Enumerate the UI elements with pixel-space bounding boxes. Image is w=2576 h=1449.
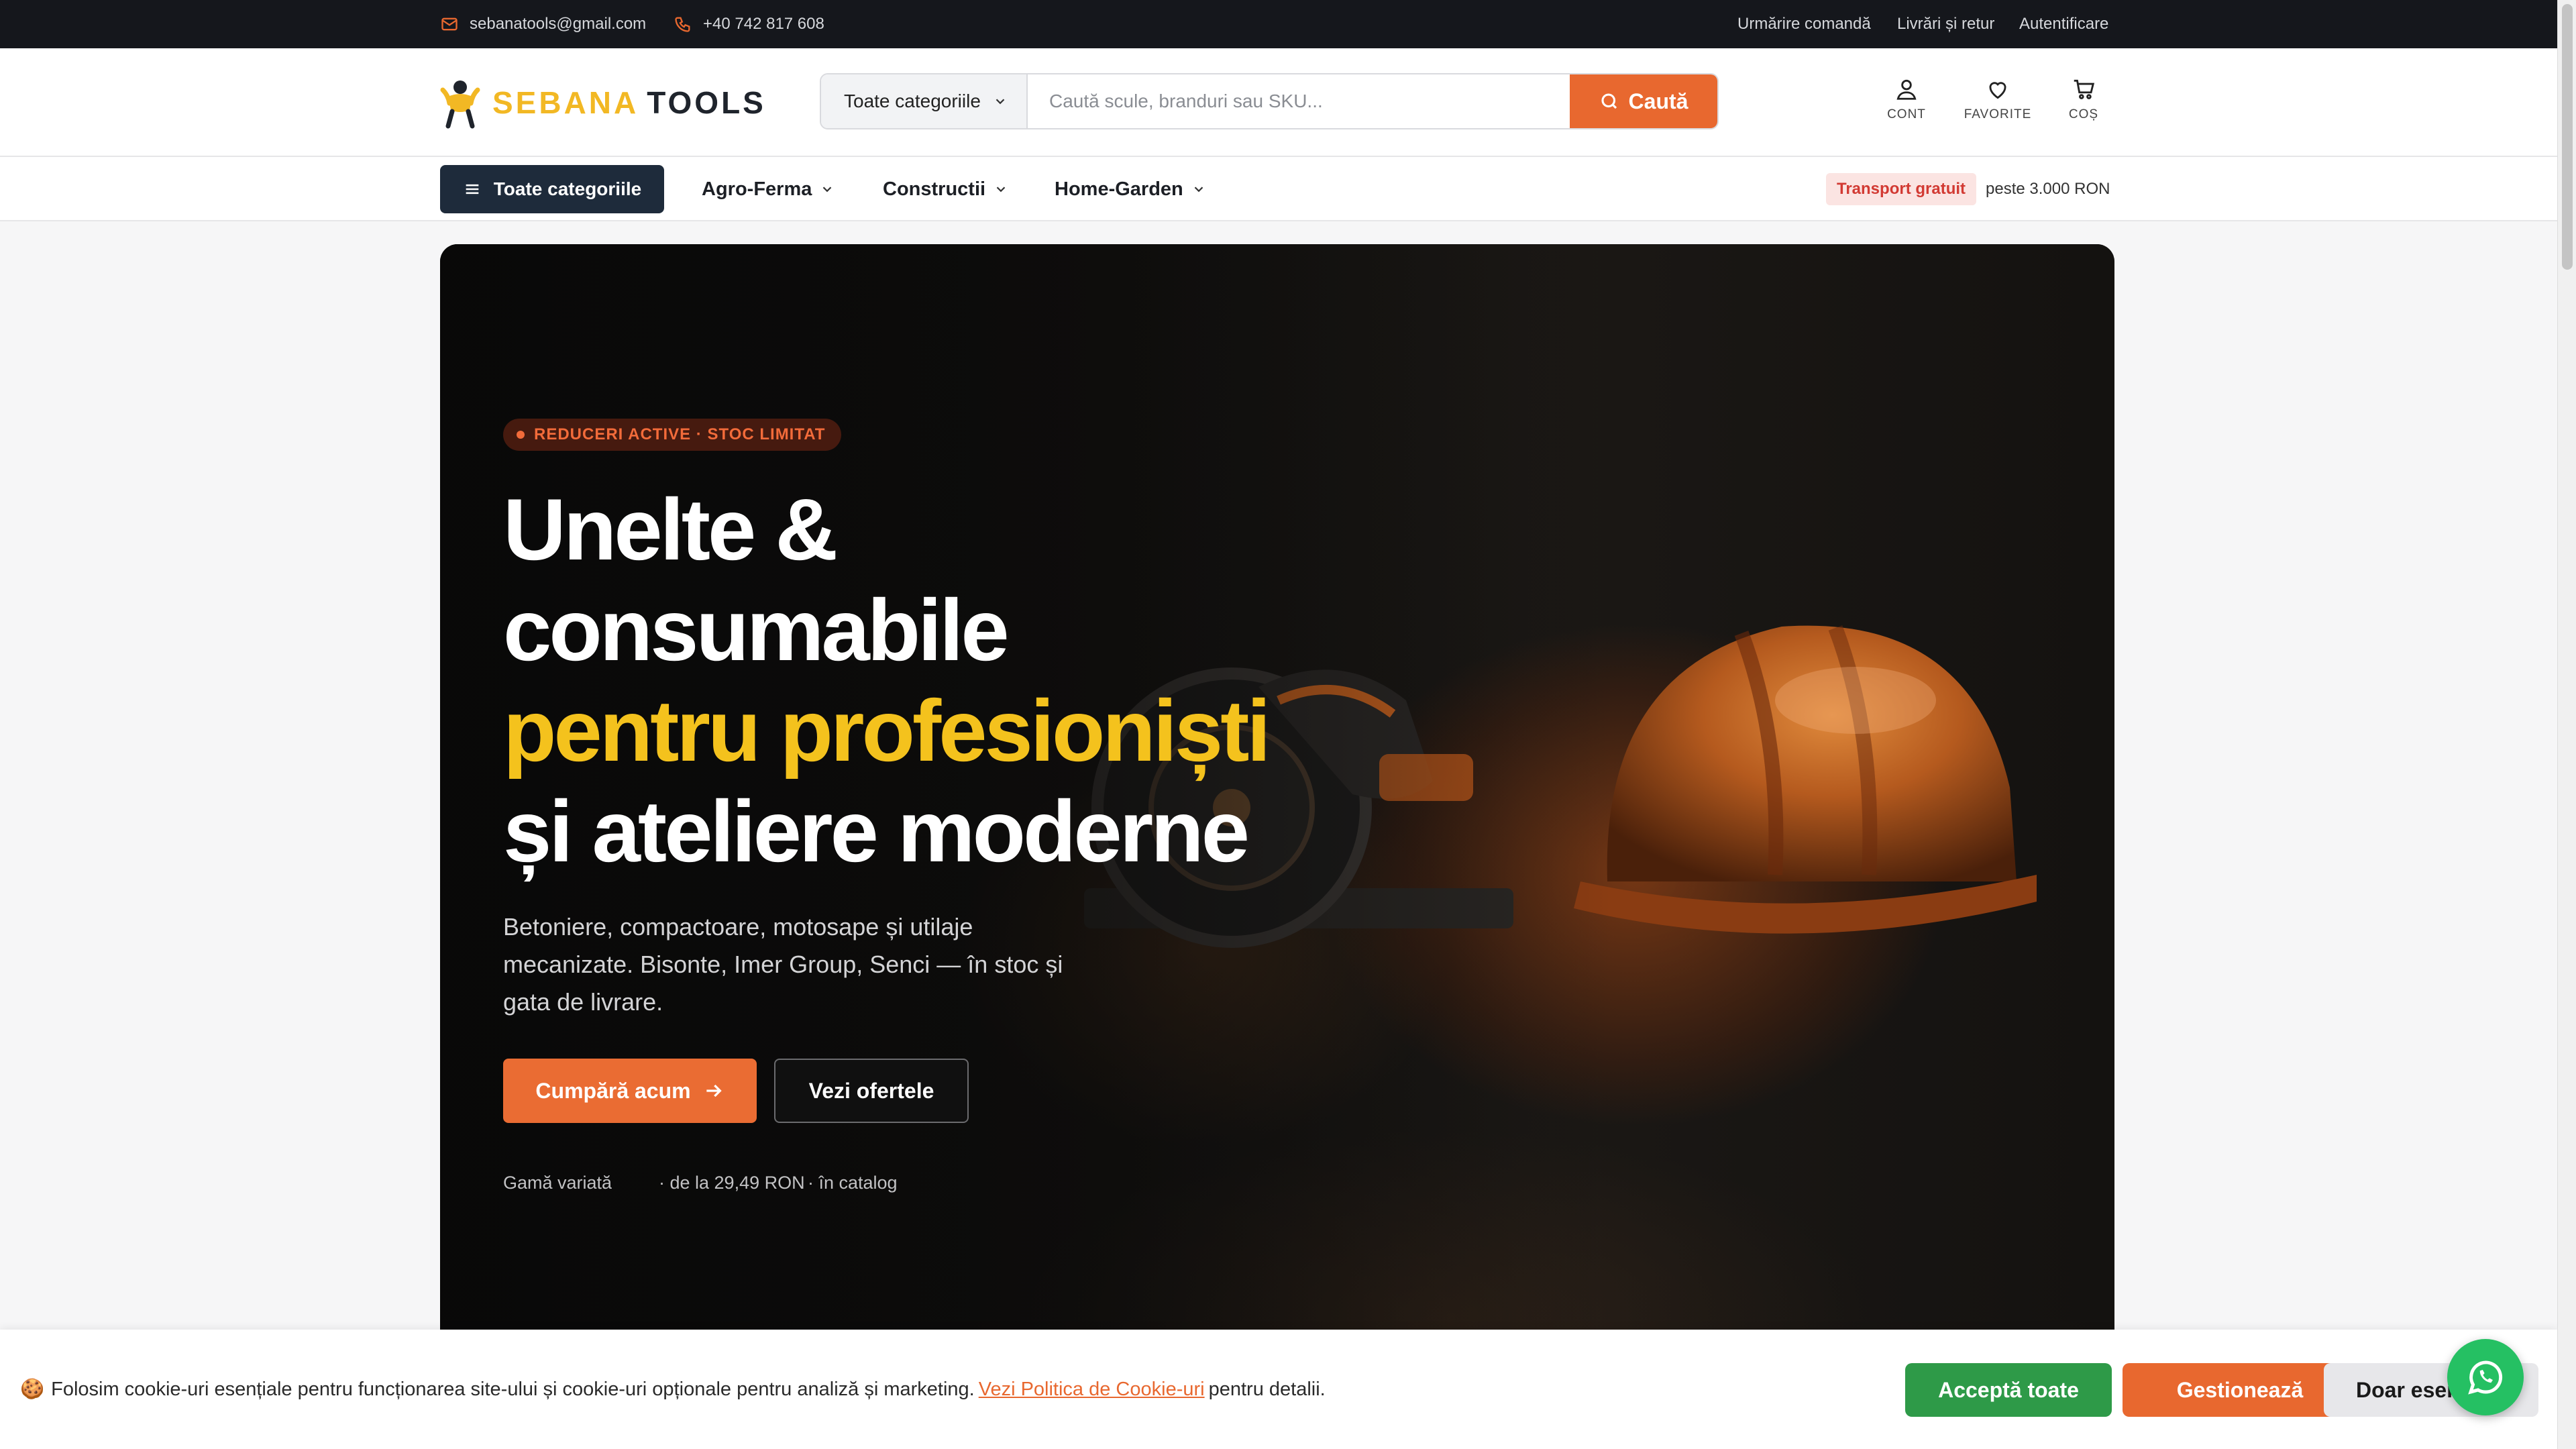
arrow-right-icon [706, 1084, 722, 1097]
topbar-phone-text: +40 742 817 608 [703, 15, 824, 33]
topbar-phone[interactable]: +40 742 817 608 [674, 0, 824, 48]
manage-cookies-button[interactable]: Gestionează [2123, 1363, 2357, 1417]
search-category-select[interactable]: Toate categoriile [821, 74, 1028, 128]
topbar-link-login[interactable]: Autentificare [2019, 0, 2108, 48]
search-category-label: Toate categoriile [844, 91, 981, 111]
cart-icon [2074, 79, 2095, 99]
promo-badge-text: REDUCERI ACTIVE · STOC LIMITAT [534, 425, 826, 443]
hero-meta-range: Gamă variată [503, 1173, 612, 1193]
shop-now-label: Cumpără acum [535, 1078, 691, 1103]
all-categories-button[interactable]: Toate categoriile [440, 165, 664, 213]
cookie-policy-link[interactable]: Vezi Politica de Cookie-uri [979, 1379, 1205, 1401]
chevron-down-icon [996, 99, 1005, 105]
cart-label: COȘ [2068, 107, 2099, 121]
topbar-link-tracking[interactable]: Urmărire comandă [1737, 0, 1871, 48]
badge-dot [517, 431, 525, 439]
menu-icon [466, 184, 479, 195]
site-header: SEBANATOOLS Toate categoriile Caută CONT… [0, 48, 2557, 157]
hero-title-line-4: și ateliere moderne [503, 782, 1250, 880]
chevron-down-icon [1194, 186, 1203, 193]
logo-wordmark: SEBANA TOOLS [492, 85, 766, 121]
hero-title-line-3: pentru profesioniști [503, 682, 1271, 780]
logo-mark-icon [440, 80, 480, 129]
nav-item-label: Agro-Ferma [702, 178, 812, 200]
account-link[interactable]: CONT [1860, 76, 1953, 122]
search-bar: Toate categoriile Caută [820, 73, 1719, 129]
nav-item-constructii[interactable]: Constructii [883, 157, 1008, 221]
user-icon [1896, 79, 1917, 100]
shop-now-button[interactable]: Cumpără acum [503, 1059, 757, 1123]
hero-meta-catalog: · în catalog [808, 1173, 898, 1193]
nav-item-label: Home-Garden [1055, 178, 1183, 200]
promo-badge: REDUCERI ACTIVE · STOC LIMITAT [503, 419, 842, 451]
nav-item-agro-ferma[interactable]: Agro-Ferma [702, 157, 835, 221]
whatsapp-chat-button[interactable] [2447, 1339, 2524, 1415]
page-scrollbar[interactable] [2557, 0, 2576, 1449]
cookie-banner: 🍪 Folosim cookie-uri esențiale pentru fu… [0, 1330, 2557, 1449]
nav-item-home-garden[interactable]: Home-Garden [1055, 157, 1206, 221]
phone-icon [675, 17, 690, 32]
cart-link[interactable]: COȘ [2037, 76, 2131, 122]
hero-title-line-2: consumabile [503, 581, 1010, 679]
free-shipping-badge: Transport gratuit [1826, 173, 1977, 205]
hero-title-line-1: Unelte & [503, 480, 838, 578]
hero-banner: REDUCERI ACTIVE · STOC LIMITAT Unelte & … [440, 244, 2114, 1371]
logo-text-tools: TOOLS [647, 85, 766, 120]
topbar-link-delivery[interactable]: Livrări și retur [1897, 0, 1994, 48]
scrollbar-thumb[interactable] [2562, 4, 2573, 270]
whatsapp-icon [2468, 1360, 2503, 1395]
free-shipping-threshold: peste 3.000 RON [1986, 180, 2110, 198]
topbar-email-text: sebanatools@gmail.com [470, 15, 647, 33]
all-categories-label: Toate categoriile [493, 178, 642, 199]
hero-meta-price: · de la 29,49 RON [659, 1173, 805, 1193]
heart-icon [1989, 82, 2006, 99]
hero-subtitle: Betoniere, compactoare, motosape și util… [503, 913, 1063, 1016]
search-button[interactable]: Caută [1570, 74, 1717, 128]
topbar-email[interactable]: sebanatools@gmail.com [440, 0, 646, 48]
top-bar: sebanatools@gmail.com +40 742 817 608 Ur… [0, 0, 2557, 48]
search-icon [1601, 93, 1617, 109]
favorites-link[interactable]: FAVORITE [1951, 76, 2045, 122]
chevron-down-icon [823, 186, 832, 193]
cookie-message: 🍪 Folosim cookie-uri esențiale pentru fu… [20, 1330, 1326, 1449]
nav-item-label: Constructii [883, 178, 986, 200]
cookie-text-main: Folosim cookie-uri esențiale pentru func… [51, 1378, 975, 1400]
accept-all-cookies-button[interactable]: Acceptă toate [1905, 1363, 2112, 1417]
main-nav: Toate categoriile Agro-Ferma Constructii… [0, 157, 2557, 221]
cookie-icon: 🍪 [20, 1379, 45, 1400]
search-input[interactable] [1028, 74, 1570, 128]
search-button-label: Caută [1628, 89, 1688, 113]
mail-icon [441, 17, 458, 31]
logo-text-sebana: SEBANA [492, 85, 639, 120]
logo[interactable]: SEBANA TOOLS [440, 75, 766, 130]
chevron-down-icon [996, 186, 1006, 193]
view-offers-button[interactable]: Vezi ofertele [774, 1059, 969, 1123]
account-label: CONT [1887, 107, 1926, 121]
cookie-text-end: pentru detalii. [1208, 1378, 1326, 1400]
favorites-label: FAVORITE [1964, 107, 2032, 121]
